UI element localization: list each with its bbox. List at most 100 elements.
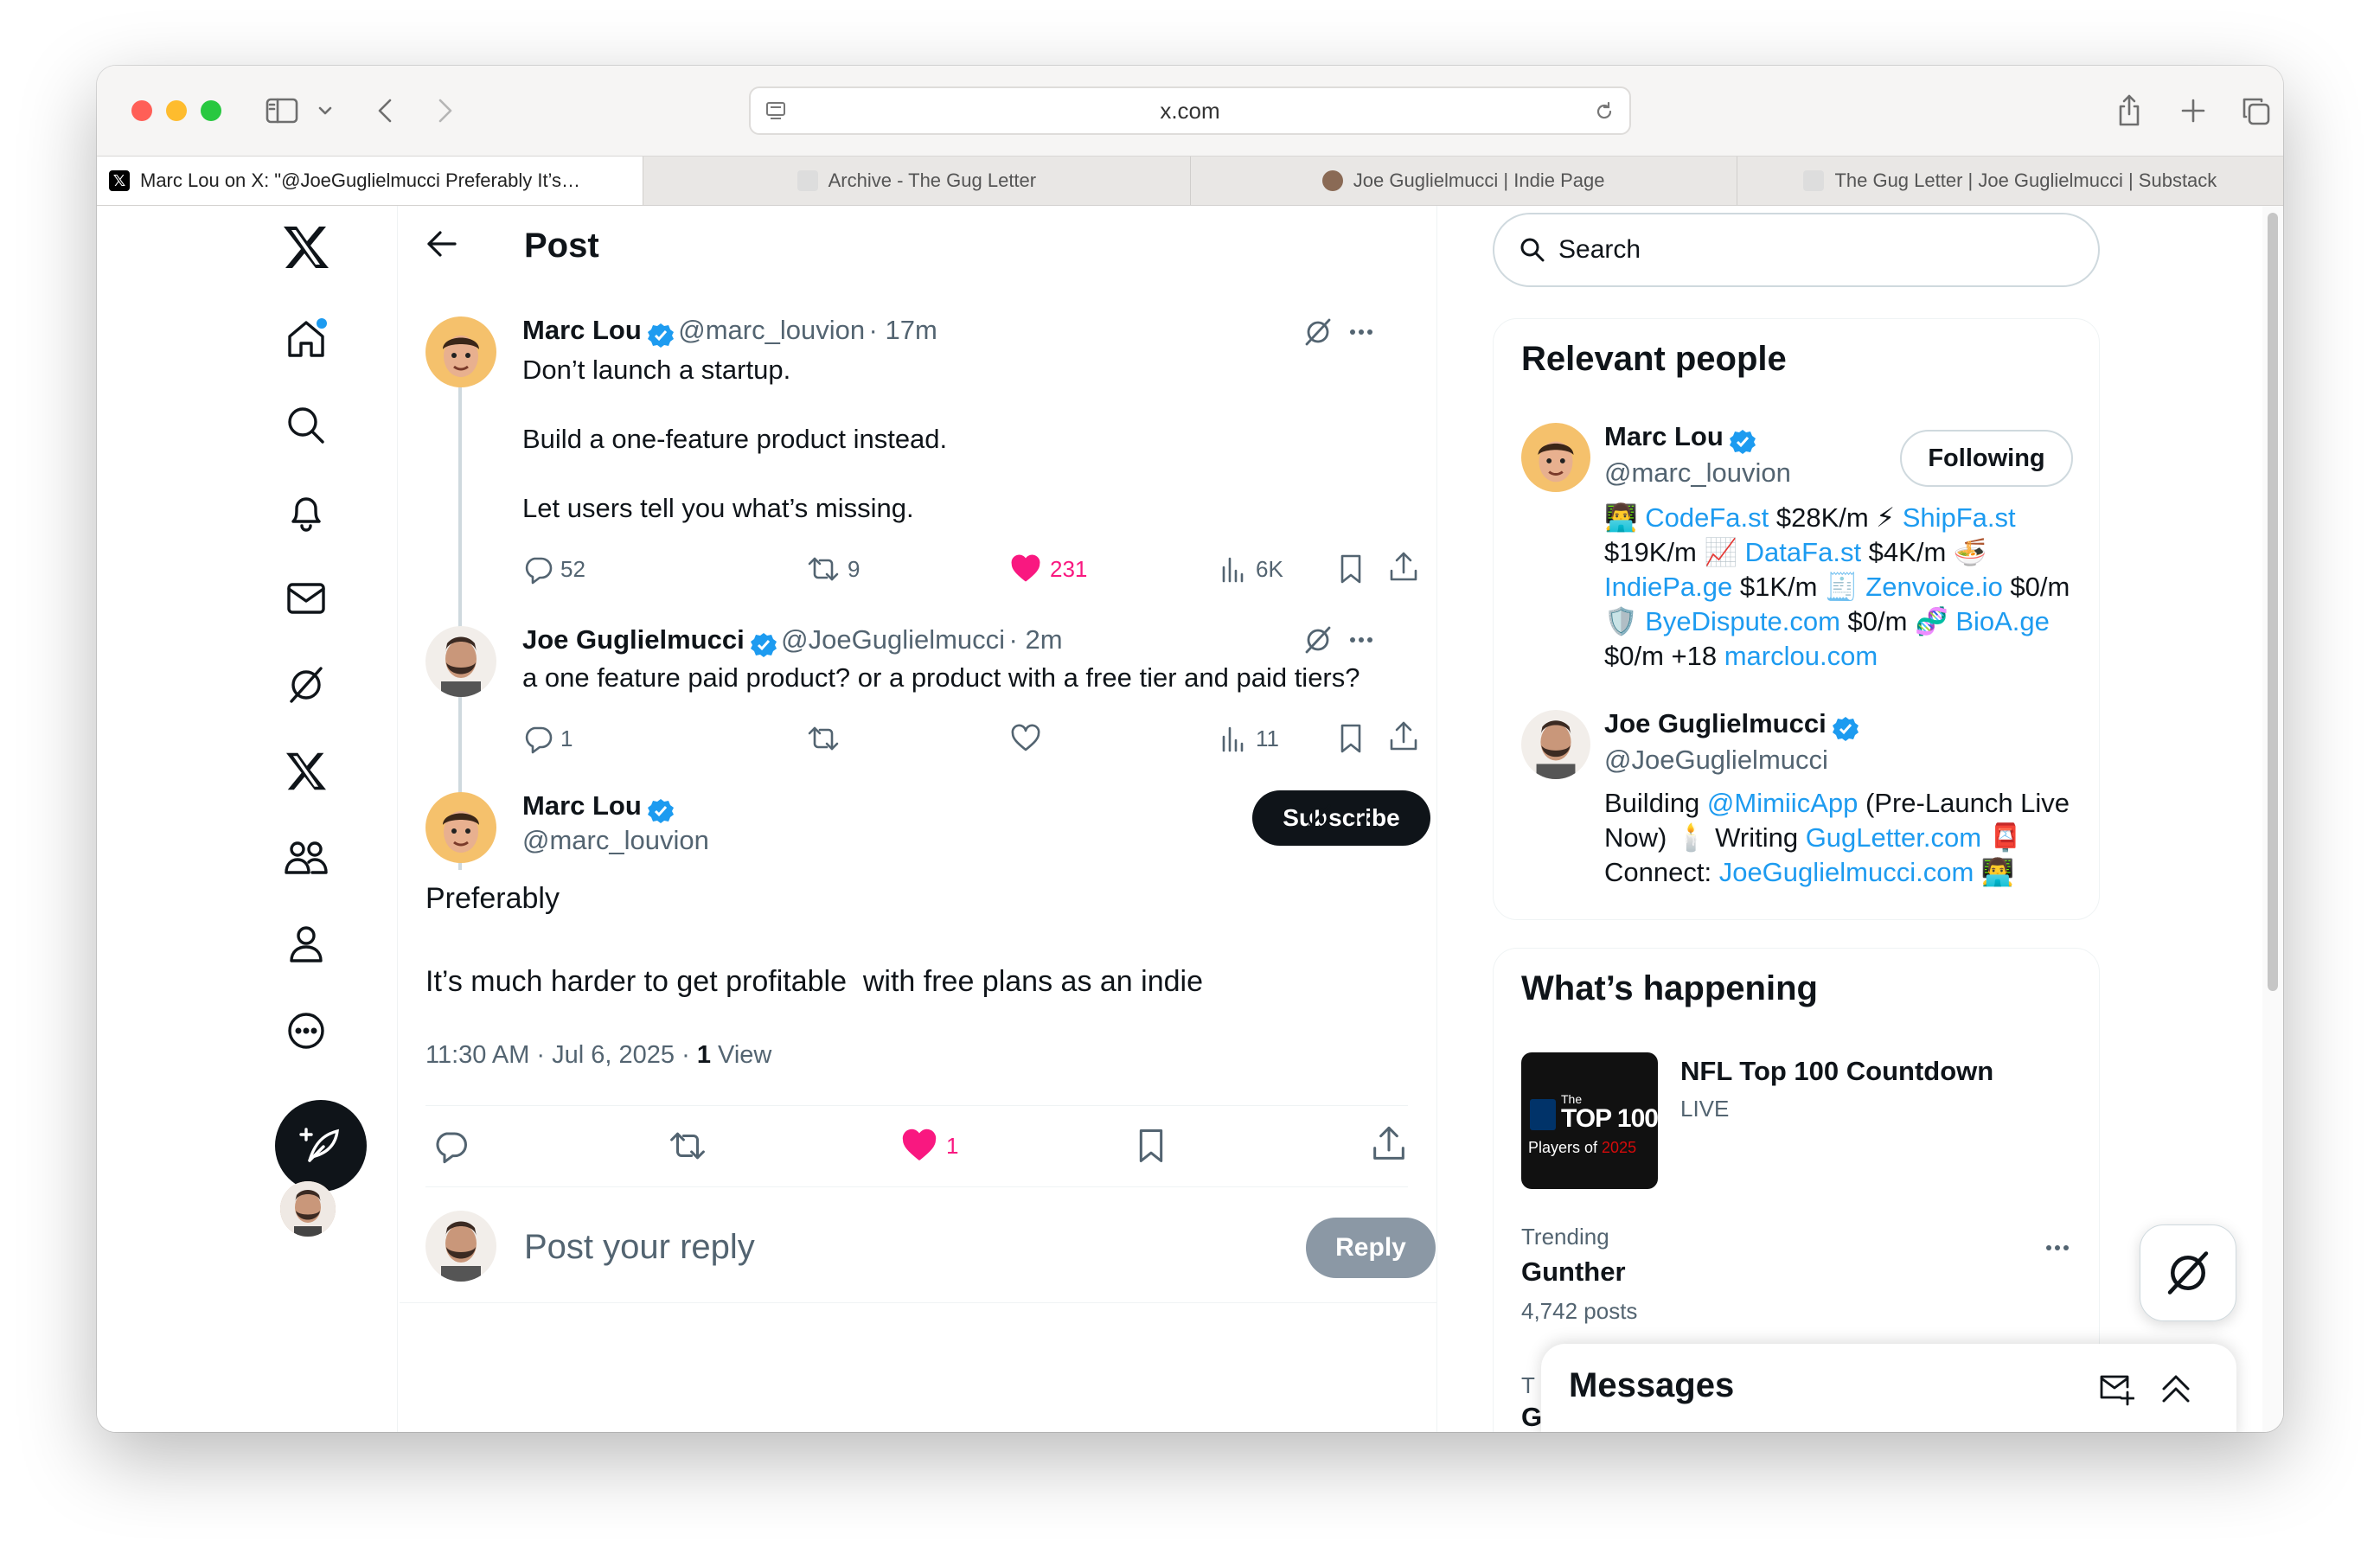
avatar[interactable]: [1521, 710, 1590, 779]
messages-icon[interactable]: [280, 572, 332, 624]
event-title[interactable]: NFL Top 100 Countdown: [1680, 1056, 1993, 1087]
tab-indie-page[interactable]: Joe Guglielmucci | Indie Page: [1189, 157, 1737, 205]
bookmark-button[interactable]: [1135, 1128, 1168, 1164]
views-button[interactable]: 6K: [1219, 553, 1283, 585]
repost-button[interactable]: [668, 1128, 707, 1164]
share-button[interactable]: [1389, 552, 1418, 583]
bio-link[interactable]: CodeFa.st: [1645, 502, 1769, 533]
premium-x-icon[interactable]: [280, 745, 332, 797]
home-icon[interactable]: [280, 313, 332, 365]
share-button[interactable]: [1372, 1126, 1406, 1162]
chevron-down-icon[interactable]: [315, 93, 336, 128]
bio-link[interactable]: ShipFa.st: [1903, 502, 2016, 533]
person-name[interactable]: Joe Guglielmucci: [1604, 708, 1827, 738]
grok-explain-icon[interactable]: [1302, 802, 1334, 838]
bio-link[interactable]: IndiePa.ge: [1604, 572, 1732, 602]
tab-overview-icon[interactable]: [2236, 93, 2274, 128]
scrollbar[interactable]: [2262, 206, 2283, 1432]
grok-button[interactable]: [2140, 1224, 2236, 1321]
reply-button[interactable]: 52: [522, 553, 585, 585]
back-button[interactable]: [425, 228, 460, 264]
new-tab-icon[interactable]: [2176, 93, 2210, 128]
bio-link[interactable]: Zenvoice.io: [1865, 572, 2003, 602]
bookmark-button[interactable]: [1337, 553, 1365, 585]
grok-explain-icon[interactable]: [1302, 624, 1334, 660]
more-options-icon[interactable]: [1344, 802, 1379, 837]
author-handle[interactable]: @marc_louvion: [522, 825, 709, 856]
back-icon[interactable]: [372, 93, 398, 128]
post-time[interactable]: · 2m: [1009, 624, 1063, 655]
explore-icon[interactable]: [280, 400, 332, 451]
new-message-icon[interactable]: [2098, 1371, 2135, 1410]
reload-icon[interactable]: [1593, 100, 1615, 129]
like-button[interactable]: 231: [1010, 553, 1087, 585]
bio-link[interactable]: JoeGuglielmucci.com: [1719, 857, 1974, 887]
reply-input[interactable]: Post your reply: [524, 1228, 755, 1267]
bio-link[interactable]: @MimiicApp: [1707, 788, 1858, 818]
close-window-button[interactable]: [131, 100, 152, 121]
grok-icon[interactable]: [280, 659, 332, 711]
bio-link[interactable]: GugLetter.com: [1806, 822, 1981, 853]
more-options-icon[interactable]: [1344, 623, 1379, 657]
event-thumbnail[interactable]: The TOP 100 Players of 2025: [1521, 1052, 1658, 1189]
share-icon[interactable]: [2112, 93, 2146, 128]
author-handle[interactable]: @JoeGuglielmucci: [781, 624, 1005, 655]
reply-button[interactable]: Reply: [1306, 1218, 1436, 1278]
more-options-icon[interactable]: [1344, 315, 1379, 349]
bio-link[interactable]: ByeDispute.com: [1645, 606, 1840, 636]
compose-post-button[interactable]: [275, 1100, 367, 1192]
trend-name[interactable]: Gunther: [1521, 1256, 1626, 1288]
tab-gug-letter-archive[interactable]: Archive - The Gug Letter: [643, 157, 1189, 205]
share-button[interactable]: [1389, 721, 1418, 752]
sidebar-toggle-icon[interactable]: [263, 93, 301, 128]
forward-icon[interactable]: [432, 93, 458, 128]
like-button[interactable]: [1010, 723, 1041, 754]
author-handle[interactable]: @marc_louvion: [678, 315, 865, 345]
author-name[interactable]: Marc Lou: [522, 790, 642, 821]
account-avatar[interactable]: [280, 1181, 336, 1237]
messages-drawer[interactable]: Messages: [1541, 1344, 2236, 1432]
author-name[interactable]: Joe Guglielmucci: [522, 624, 745, 655]
following-button[interactable]: Following: [1900, 430, 2073, 487]
address-bar[interactable]: x.com: [749, 86, 1631, 135]
zoom-window-button[interactable]: [201, 100, 221, 121]
subscribe-button[interactable]: Subscribe: [1252, 790, 1430, 846]
repost-button[interactable]: [806, 723, 841, 754]
tab-gug-letter-substack[interactable]: The Gug Letter | Joe Guglielmucci | Subs…: [1736, 157, 2283, 205]
reply-button[interactable]: [432, 1128, 469, 1164]
profile-icon[interactable]: [280, 918, 332, 970]
person-handle[interactable]: @JoeGuglielmucci: [1604, 745, 1828, 776]
avatar[interactable]: [425, 792, 496, 863]
person-name[interactable]: Marc Lou: [1604, 421, 1724, 451]
communities-icon[interactable]: [280, 832, 332, 884]
repost-button[interactable]: 9: [806, 553, 860, 585]
like-button[interactable]: 1: [901, 1128, 958, 1164]
scrollbar-thumb[interactable]: [2268, 213, 2278, 991]
notifications-icon[interactable]: [280, 486, 332, 538]
person-handle[interactable]: @marc_louvion: [1604, 457, 1791, 489]
page-settings-icon[interactable]: [765, 100, 787, 129]
search-box[interactable]: Search: [1493, 213, 2100, 287]
avatar[interactable]: [425, 316, 496, 387]
search-input[interactable]: Search: [1558, 235, 1641, 265]
chevrons-up-icon[interactable]: [2159, 1371, 2193, 1410]
more-options-icon[interactable]: [280, 1005, 332, 1057]
bio-link[interactable]: BioA.ge: [1955, 606, 2050, 636]
timestamp[interactable]: 11:30 AM · Jul 6, 2025 ·: [425, 1041, 690, 1069]
reply-button[interactable]: 1: [522, 723, 573, 754]
author-name[interactable]: Marc Lou: [522, 315, 642, 345]
post-time[interactable]: · 17m: [869, 315, 937, 345]
avatar[interactable]: [425, 626, 496, 697]
bookmark-button[interactable]: [1337, 723, 1365, 754]
bio-link[interactable]: marclou.com: [1724, 641, 1878, 671]
views-button[interactable]: 11: [1219, 723, 1279, 754]
more-options-icon[interactable]: [2040, 1231, 2075, 1265]
minimize-window-button[interactable]: [166, 100, 187, 121]
trend-name[interactable]: G: [1521, 1402, 1542, 1432]
tab-marc-lou-post[interactable]: 𝕏 Marc Lou on X: "@JoeGuglielmucci Prefe…: [97, 157, 643, 205]
x-logo-icon[interactable]: [280, 221, 332, 273]
grok-explain-icon[interactable]: [1302, 316, 1334, 352]
avatar[interactable]: [1521, 423, 1590, 492]
bio-link[interactable]: DataFa.st: [1745, 537, 1861, 567]
share-icon: [1373, 1126, 1404, 1160]
